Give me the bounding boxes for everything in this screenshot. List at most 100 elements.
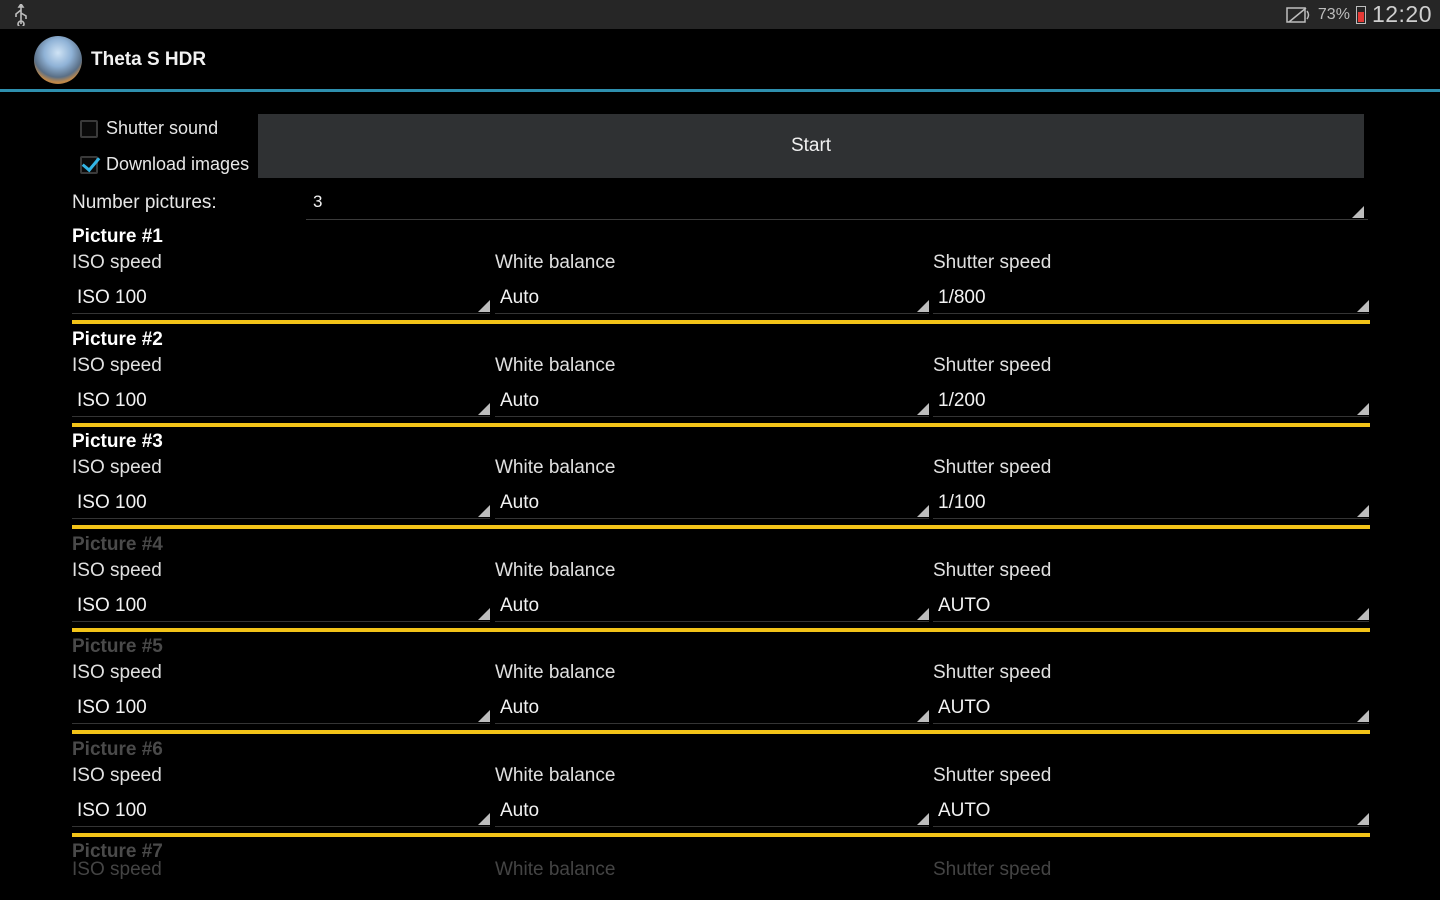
iso-speed-value: ISO 100 — [77, 697, 147, 718]
white-balance-label: White balance — [495, 764, 616, 786]
picture-separator — [72, 832, 1370, 837]
white-balance-value: Auto — [500, 492, 540, 513]
iso-speed-spinner[interactable]: ISO 100 — [72, 586, 490, 622]
shutter-speed-label: Shutter speed — [933, 354, 1052, 376]
shutter-sound-checkbox[interactable] — [80, 119, 98, 138]
iso-speed-label: ISO speed — [72, 859, 162, 880]
picture-separator — [72, 730, 1370, 734]
shutter-speed-spinner[interactable]: AUTO — [933, 791, 1369, 827]
white-balance-spinner[interactable]: Auto — [495, 586, 929, 622]
spinner-underline — [72, 313, 490, 314]
iso-speed-spinner[interactable]: ISO 100 — [72, 278, 490, 314]
picture-block: Picture #4 ISO speed ISO 100 White balance A… — [72, 534, 1370, 637]
iso-speed-value: ISO 100 — [77, 799, 147, 821]
iso-speed-spinner[interactable]: ISO 100 — [72, 688, 490, 724]
spinner-underline — [72, 518, 490, 519]
iso-speed-value: ISO 100 — [77, 594, 147, 616]
shutter-sound-row[interactable]: Shutter sound — [80, 118, 218, 139]
spinner-corner-icon — [478, 505, 490, 517]
spinner-corner-icon — [917, 710, 929, 722]
white-balance-spinner[interactable]: Auto — [495, 688, 929, 724]
iso-speed-value: ISO 100 — [77, 389, 147, 411]
picture-block: Picture #5 ISO speed ISO 100 White balance A… — [72, 636, 1370, 739]
shutter-speed-label: Shutter speed — [933, 764, 1052, 786]
start-button[interactable]: Start — [258, 114, 1364, 178]
picture-title: Picture #4 — [72, 533, 163, 555]
white-balance-label: White balance — [495, 354, 616, 376]
spinner-corner-icon — [917, 505, 929, 517]
spinner-underline — [495, 415, 929, 417]
spinner-corner-icon — [1352, 206, 1364, 218]
download-images-checkbox[interactable] — [80, 155, 98, 174]
iso-speed-label: ISO speed — [72, 764, 162, 786]
picture-block: Picture #1 ISO speed ISO 100 White balance A… — [72, 226, 1370, 329]
iso-speed-label: ISO speed — [72, 457, 162, 478]
picture-block: Picture #2 ISO speed ISO 100 White balance A… — [72, 329, 1370, 432]
shutter-speed-value: 1/800 — [938, 287, 986, 308]
shutter-speed-label: Shutter speed — [933, 662, 1052, 683]
spinner-underline — [933, 620, 1369, 622]
picture-title: Picture #3 — [72, 431, 163, 452]
iso-speed-label: ISO speed — [72, 252, 162, 273]
spinner-corner-icon — [1357, 607, 1369, 620]
spinner-underline — [72, 620, 490, 622]
white-balance-spinner[interactable]: Auto — [495, 483, 929, 519]
shutter-speed-label: Shutter speed — [933, 559, 1052, 581]
white-balance-spinner[interactable]: Auto — [495, 278, 929, 314]
iso-speed-spinner[interactable]: ISO 100 — [72, 381, 490, 417]
iso-speed-spinner[interactable]: ISO 100 — [72, 483, 490, 519]
picture-separator — [72, 525, 1370, 529]
shutter-speed-spinner[interactable]: 1/800 — [933, 278, 1369, 314]
shutter-speed-value: AUTO — [938, 799, 991, 821]
shutter-speed-spinner[interactable]: 1/100 — [933, 483, 1369, 519]
shutter-speed-label: Shutter speed — [933, 457, 1052, 478]
shutter-speed-spinner[interactable]: AUTO — [933, 586, 1369, 622]
shutter-speed-spinner[interactable]: AUTO — [933, 688, 1369, 724]
iso-speed-label: ISO speed — [72, 559, 162, 581]
number-pictures-underline — [306, 219, 1368, 220]
number-pictures-row: Number pictures: 3 — [72, 190, 1368, 220]
picture-title: Picture #5 — [72, 636, 163, 657]
number-pictures-input[interactable]: 3 — [313, 192, 322, 212]
download-images-row[interactable]: Download images — [80, 154, 249, 175]
white-balance-value: Auto — [500, 697, 540, 718]
picture-title: Picture #1 — [72, 226, 163, 247]
iso-speed-spinner[interactable]: ISO 100 — [72, 791, 490, 827]
white-balance-label: White balance — [495, 859, 616, 880]
spinner-underline — [495, 518, 929, 519]
download-images-label: Download images — [106, 154, 250, 174]
action-bar: Theta S HDR — [0, 29, 1440, 89]
status-bar: 73% 12:20 — [0, 0, 1440, 29]
spinner-underline — [933, 518, 1369, 519]
spinner-underline — [495, 620, 929, 622]
spinner-corner-icon — [917, 812, 929, 825]
usb-icon — [15, 4, 27, 26]
status-right: 73% 12:20 — [1286, 0, 1432, 29]
spinner-underline — [933, 825, 1369, 827]
app-icon[interactable] — [34, 36, 82, 84]
spinner-corner-icon — [1357, 812, 1369, 825]
spinner-underline — [495, 723, 929, 724]
white-balance-label: White balance — [495, 252, 616, 273]
spinner-underline — [72, 723, 490, 724]
spinner-underline — [495, 825, 929, 827]
picture-block: Picture #6 ISO speed ISO 100 White balance A… — [72, 739, 1370, 842]
shutter-speed-value: AUTO — [938, 594, 991, 616]
picture-separator — [72, 320, 1370, 324]
spinner-underline — [933, 415, 1369, 417]
picture-block: Picture #3 ISO speed ISO 100 White balance A… — [72, 431, 1370, 534]
shutter-speed-label: Shutter speed — [933, 859, 1052, 880]
spinner-corner-icon — [1357, 710, 1369, 722]
white-balance-spinner[interactable]: Auto — [495, 791, 929, 827]
iso-speed-value: ISO 100 — [77, 492, 147, 513]
white-balance-value: Auto — [500, 799, 540, 821]
iso-speed-label: ISO speed — [72, 354, 162, 376]
picture-separator — [72, 627, 1370, 632]
picture-title: Picture #6 — [72, 738, 163, 760]
shutter-speed-spinner[interactable]: 1/200 — [933, 381, 1369, 417]
main-content: Shutter sound Download images Start Numb… — [0, 92, 1440, 900]
white-balance-label: White balance — [495, 457, 616, 478]
white-balance-spinner[interactable]: Auto — [495, 381, 929, 417]
shutter-speed-value: 1/200 — [938, 389, 986, 411]
battery-percent: 73% — [1317, 5, 1350, 23]
